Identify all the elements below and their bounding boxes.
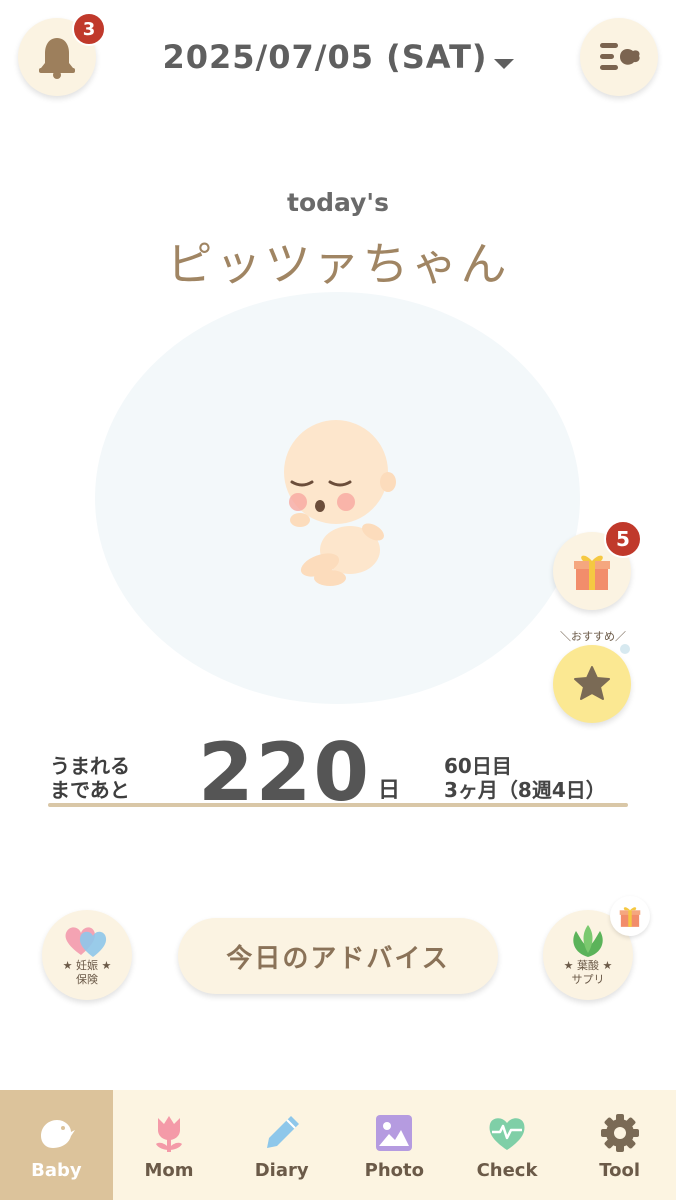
pen-icon xyxy=(266,1116,299,1148)
tab-tool[interactable]: Tool xyxy=(563,1090,676,1200)
supplement-caption-line2: サプリ xyxy=(571,973,605,986)
supplement-gift-badge xyxy=(610,896,650,936)
gear-icon xyxy=(600,1114,639,1152)
baby-illustration[interactable] xyxy=(270,420,400,590)
date-selector[interactable]: 2025/07/05 (SAT) xyxy=(0,38,676,76)
countdown-label-line2: まであと xyxy=(50,778,130,802)
countdown-underline xyxy=(48,803,628,807)
tulip-icon xyxy=(156,1116,182,1152)
decorative-dot xyxy=(620,644,630,654)
days-unit: 日 xyxy=(378,778,401,803)
vegetable-icon xyxy=(573,925,603,957)
bird-icon xyxy=(41,1120,76,1148)
bottom-tab-bar: Baby Mom Diary Photo Check Tool xyxy=(0,1090,676,1200)
insurance-caption-line2: 保険 xyxy=(76,973,98,986)
baby-name: ピッツァちゃん xyxy=(166,237,510,291)
menu-list-icon xyxy=(600,43,640,70)
hearts-icon xyxy=(65,927,107,957)
star-icon xyxy=(574,666,610,700)
tab-mom[interactable]: Mom xyxy=(113,1090,226,1200)
heart-pulse-icon xyxy=(489,1118,525,1150)
pregnancy-month-week: 3ヶ月（8週4日） xyxy=(444,778,606,802)
recommend-star-button[interactable] xyxy=(553,645,631,723)
tab-tool-label: Tool xyxy=(599,1160,641,1181)
tab-check[interactable]: Check xyxy=(451,1090,564,1200)
birth-countdown: うまれる まであと 220 日 60日目 3ヶ月（8週4日） xyxy=(48,726,628,819)
pregnancy-insurance-button[interactable]: ★ 妊娠 ★ 保険 xyxy=(42,910,132,1000)
tab-diary-label: Diary xyxy=(254,1160,309,1181)
tab-diary[interactable]: Diary xyxy=(225,1090,338,1200)
tab-photo-label: Photo xyxy=(364,1160,425,1181)
todays-label: today's xyxy=(287,188,389,217)
todays-advice-button[interactable]: 今日のアドバイス xyxy=(178,918,498,994)
tab-mom-label: Mom xyxy=(144,1160,194,1181)
current-date: 2025/07/05 (SAT) xyxy=(162,38,488,76)
tab-check-label: Check xyxy=(476,1160,538,1181)
tab-baby[interactable]: Baby xyxy=(0,1090,113,1200)
insurance-caption-line1: ★ 妊娠 ★ xyxy=(62,959,112,972)
caret-down-icon xyxy=(493,58,514,69)
supplement-caption-line1: ★ 葉酸 ★ xyxy=(563,959,613,972)
gift-count-badge: 5 xyxy=(604,520,642,558)
gift-box-icon xyxy=(619,907,641,927)
gift-box-icon xyxy=(574,555,610,590)
menu-button[interactable] xyxy=(580,18,658,96)
recommend-label: ＼おすすめ／ xyxy=(560,630,626,643)
photo-icon xyxy=(376,1115,413,1151)
tab-baby-label: Baby xyxy=(31,1160,82,1181)
tab-photo[interactable]: Photo xyxy=(338,1090,451,1200)
